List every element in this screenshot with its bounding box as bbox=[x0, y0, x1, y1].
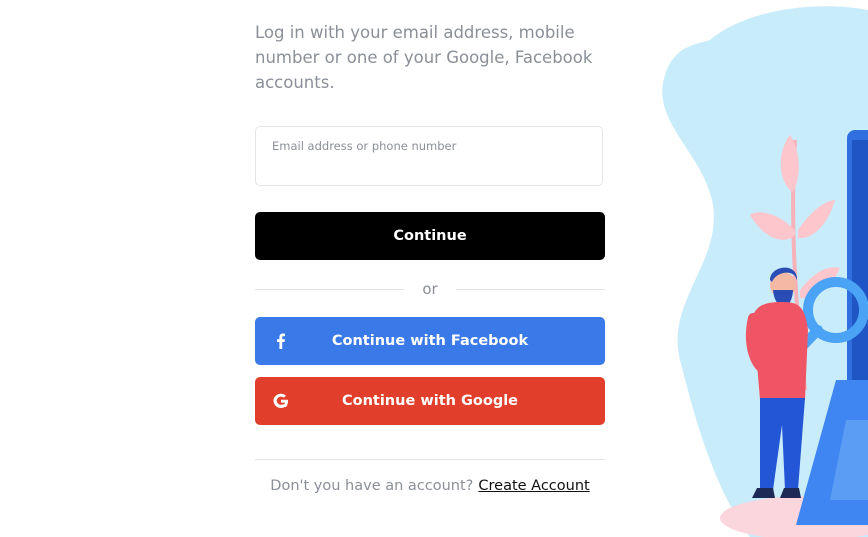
footer-divider bbox=[255, 459, 605, 460]
continue-button[interactable]: Continue bbox=[255, 212, 605, 260]
divider-line-left bbox=[255, 288, 405, 290]
google-button-label: Continue with Google bbox=[341, 393, 519, 409]
email-field-label: Email address or phone number bbox=[272, 139, 457, 153]
continue-with-google-button[interactable]: Continue with Google bbox=[255, 377, 605, 425]
security-illustration bbox=[662, 6, 868, 537]
login-instructions: Log in with your email address, mobile n… bbox=[255, 23, 593, 92]
google-icon bbox=[273, 393, 288, 408]
signup-prompt: Don't you have an account? Create Account bbox=[255, 478, 605, 494]
create-account-link[interactable]: Create Account bbox=[478, 478, 589, 494]
facebook-button-label: Continue with Facebook bbox=[331, 333, 529, 349]
or-divider: or bbox=[255, 277, 606, 301]
email-input[interactable] bbox=[272, 157, 582, 179]
continue-with-facebook-button[interactable]: Continue with Facebook bbox=[255, 317, 605, 365]
divider-line-right bbox=[455, 288, 606, 290]
divider-or-text: or bbox=[422, 280, 438, 298]
facebook-icon bbox=[277, 333, 285, 349]
signup-prompt-text: Don't you have an account? bbox=[270, 478, 474, 494]
email-field[interactable]: Email address or phone number bbox=[255, 126, 603, 186]
